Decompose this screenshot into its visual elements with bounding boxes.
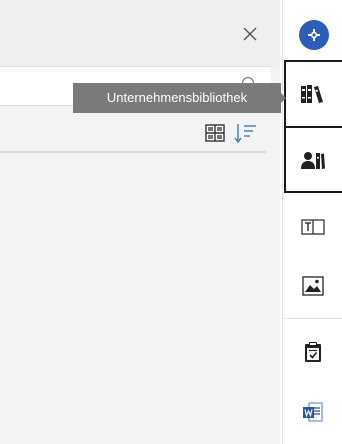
image-button[interactable] <box>284 258 342 314</box>
add-button[interactable] <box>299 20 329 50</box>
company-library-button[interactable] <box>284 62 342 126</box>
panel-divider <box>0 151 266 153</box>
toolbar-separator <box>285 318 342 319</box>
library-books-icon <box>301 85 323 103</box>
word-document-icon <box>303 402 323 422</box>
panel-header <box>0 0 280 66</box>
tooltip-arrow <box>281 93 286 103</box>
close-button[interactable] <box>240 24 260 44</box>
sort-button[interactable] <box>234 122 258 144</box>
grid-view-button[interactable] <box>205 123 225 143</box>
personal-library-button[interactable] <box>284 128 342 191</box>
text-box-icon <box>301 219 325 235</box>
text-box-button[interactable] <box>284 200 342 254</box>
word-document-button[interactable] <box>284 384 342 440</box>
user-library-icon <box>301 151 325 169</box>
image-icon <box>302 276 324 296</box>
clipboard-icon <box>305 342 321 362</box>
sort-icon <box>234 124 256 144</box>
clipboard-button[interactable] <box>284 324 342 380</box>
tooltip-text: Unternehmensbibliothek <box>106 90 248 105</box>
close-icon <box>243 27 257 41</box>
grid-view-icon <box>205 124 225 142</box>
tooltip: Unternehmensbibliothek <box>73 83 281 113</box>
plus-icon <box>308 29 320 41</box>
